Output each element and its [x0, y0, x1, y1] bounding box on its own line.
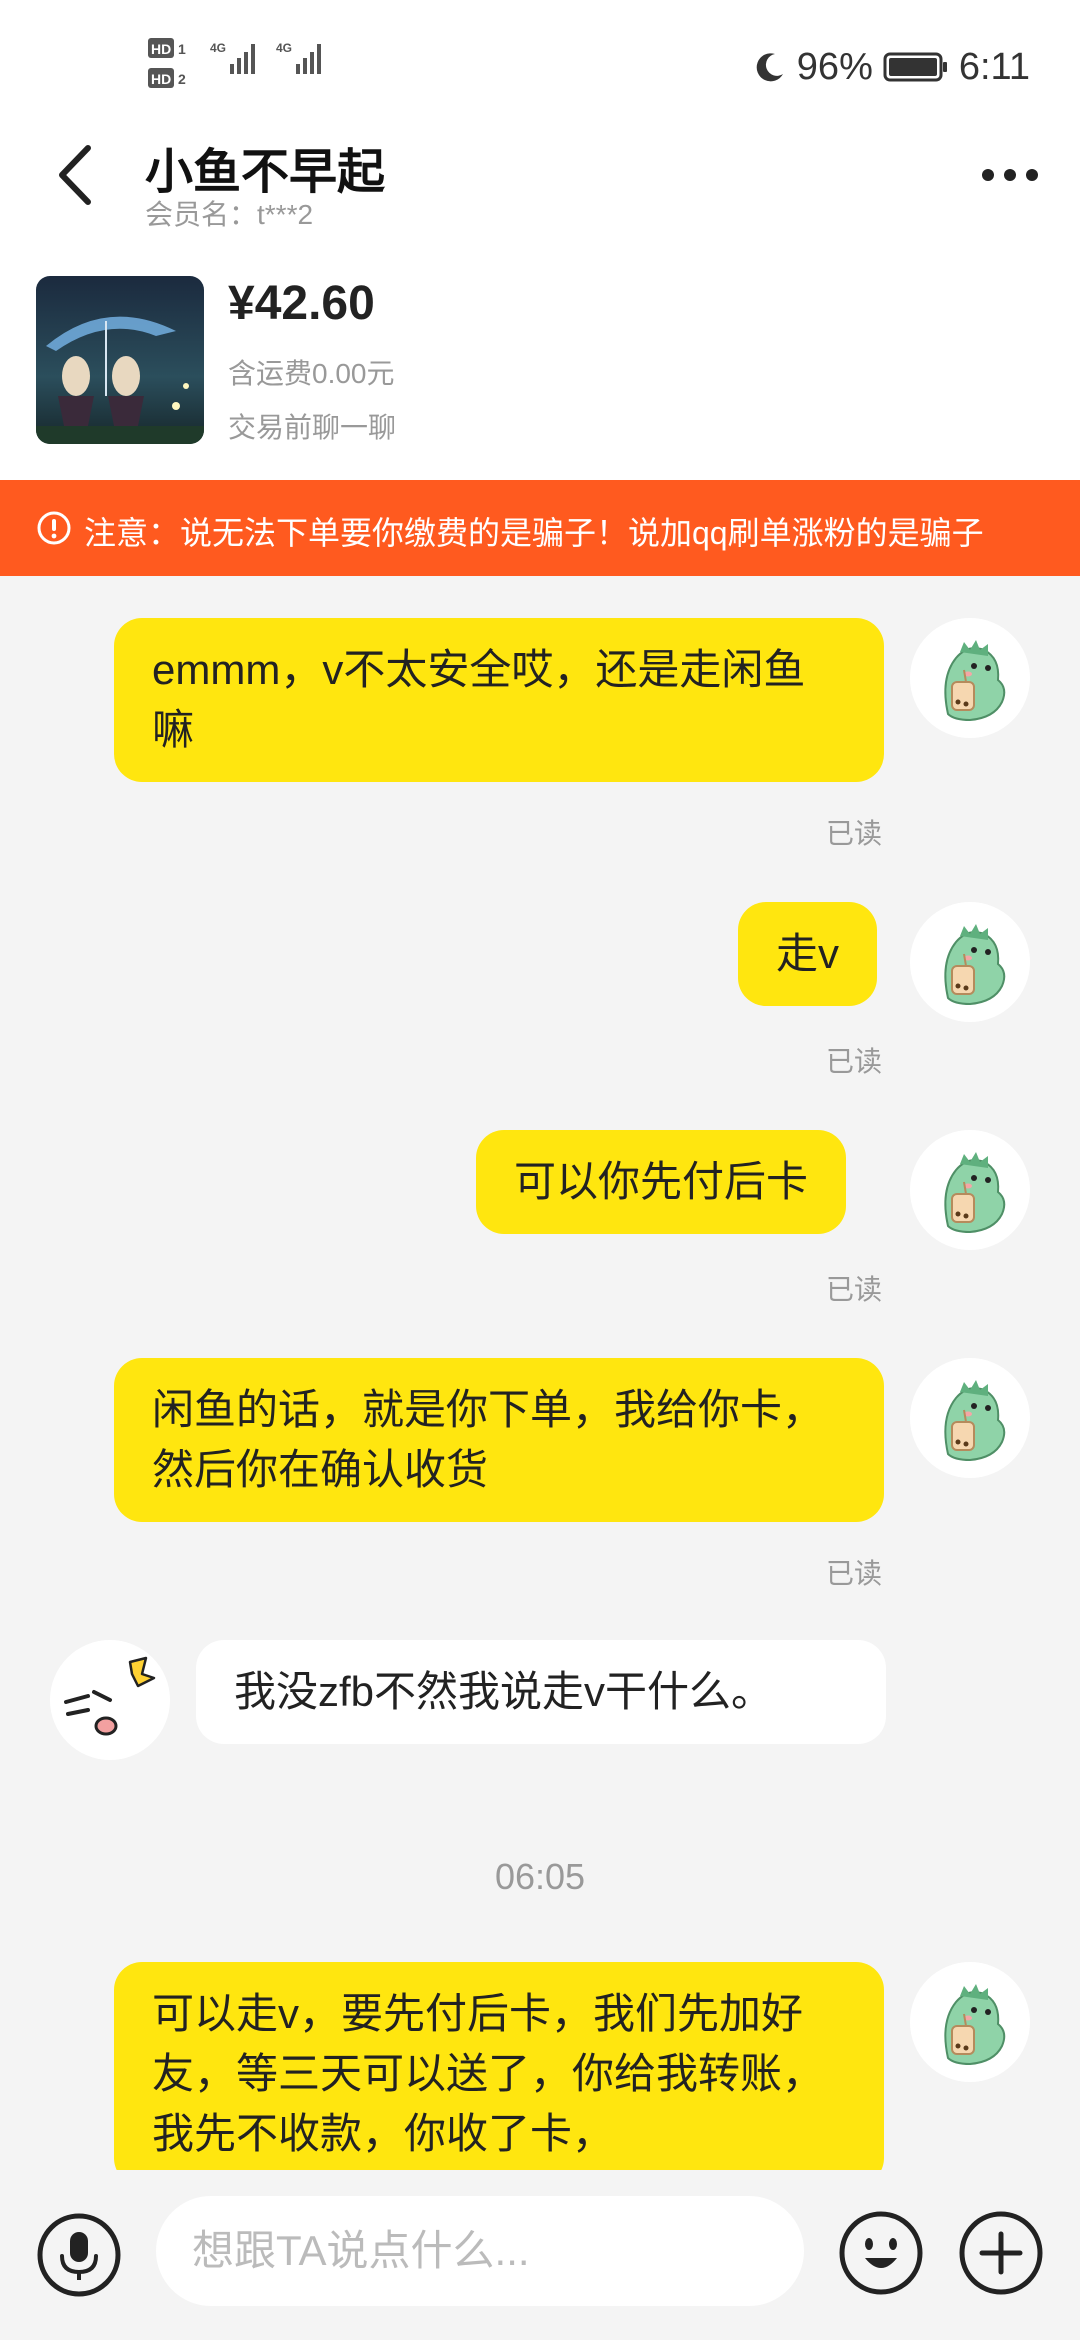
- my-avatar[interactable]: [910, 618, 1030, 738]
- message-text: emmm，v不太安全哎，还是走闲鱼嘛: [152, 646, 806, 753]
- read-receipt: 已读: [826, 818, 883, 849]
- alert-circle-icon: [37, 511, 71, 545]
- smiley-icon[interactable]: [838, 2210, 924, 2296]
- clock: 6:11: [958, 45, 1030, 88]
- message-bubble[interactable]: 我没zfb不然我说走v干什么。: [196, 1640, 886, 1744]
- product-price: ¥42.60: [228, 277, 375, 330]
- read-receipt: 已读: [826, 1558, 883, 1589]
- more-dots-icon[interactable]: [970, 145, 1050, 205]
- product-thumbnail[interactable]: [36, 276, 204, 444]
- my-avatar[interactable]: [910, 1962, 1030, 2082]
- svg-text:HD: HD: [151, 71, 171, 87]
- microphone-icon[interactable]: [36, 2212, 122, 2298]
- my-avatar[interactable]: [910, 902, 1030, 1022]
- svg-text:4G: 4G: [210, 41, 226, 55]
- message-text: 走v: [776, 930, 840, 977]
- chat-header: 小鱼不早起 会员名：t***2: [0, 130, 1080, 240]
- message-text: 我没zfb不然我说走v干什么。: [234, 1668, 774, 1715]
- read-receipt: 已读: [826, 1274, 883, 1305]
- moon-icon: [756, 53, 783, 82]
- product-card[interactable]: ¥42.60 含运费0.00元 交易前聊一聊: [0, 240, 1080, 480]
- timestamp: 06:05: [494, 1856, 586, 1897]
- contact-name: 小鱼不早起: [145, 146, 386, 199]
- message-bubble[interactable]: 可以走v，要先付后卡，我们先加好友，等三天可以送了，你给我转账，我先不收款，你收…: [114, 1962, 884, 2170]
- input-bar: [0, 2170, 1080, 2340]
- battery-icon: [883, 52, 947, 82]
- message-text: 可以走v，要先付后卡，我们先加好友，等三天可以送了，你给我转账，我先不收款，你收…: [152, 1990, 825, 2157]
- message-input[interactable]: [156, 2196, 804, 2306]
- message-list[interactable]: emmm，v不太安全哎，还是走闲鱼嘛 已读 走v 已读 可以你先付后卡 已读 闲…: [0, 576, 1080, 2170]
- message-text: 可以你先付后卡: [514, 1158, 809, 1205]
- message-text: 闲鱼的话，就是你下单，我给你卡，然后你在确认收货: [152, 1386, 825, 1493]
- svg-text:HD: HD: [151, 41, 171, 57]
- status-bar: HD 1 HD 2 4G 4G 96% 6:11: [0, 0, 1080, 130]
- svg-text:2: 2: [178, 71, 186, 87]
- contact-avatar[interactable]: [50, 1640, 170, 1760]
- battery-percent: 96%: [796, 45, 873, 88]
- plus-icon[interactable]: [958, 2210, 1044, 2296]
- signal-icon: HD 1 HD 2 4G 4G: [148, 38, 321, 88]
- message-bubble[interactable]: 可以你先付后卡: [476, 1130, 847, 1234]
- my-avatar[interactable]: [910, 1358, 1030, 1478]
- status-right: 96% 6:11: [753, 42, 1030, 92]
- warning-text: 注意：说无法下单要你缴费的是骗子！说加qq刷单涨粉的是骗子: [84, 515, 984, 551]
- svg-text:4G: 4G: [276, 41, 292, 55]
- my-avatar[interactable]: [910, 1130, 1030, 1250]
- svg-text:1: 1: [178, 41, 186, 57]
- message-bubble[interactable]: 闲鱼的话，就是你下单，我给你卡，然后你在确认收货: [114, 1358, 884, 1522]
- message-bubble[interactable]: emmm，v不太安全哎，还是走闲鱼嘛: [114, 618, 884, 782]
- chevron-left-icon[interactable]: [40, 130, 110, 220]
- warning-banner: 注意：说无法下单要你缴费的是骗子！说加qq刷单涨粉的是骗子: [0, 480, 1080, 576]
- chat-before-trade: 交易前聊一聊: [228, 412, 397, 443]
- member-name: 会员名：t***2: [145, 199, 314, 230]
- read-receipt: 已读: [826, 1046, 883, 1077]
- shipping-info: 含运费0.00元: [228, 358, 395, 389]
- message-bubble[interactable]: 走v: [738, 902, 878, 1006]
